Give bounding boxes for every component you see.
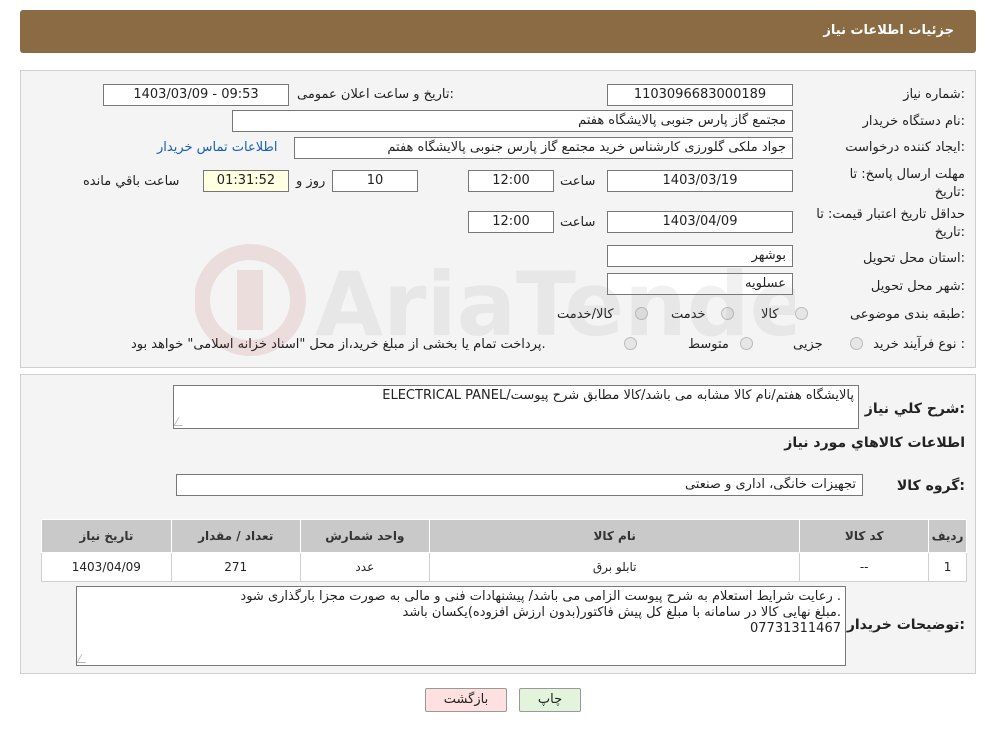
resize-grip-icon[interactable] bbox=[76, 654, 91, 663]
remaining-time-field: 01:31:52 bbox=[203, 170, 289, 192]
validity-date-field: 1403/04/09 bbox=[607, 211, 793, 233]
buyer-notes-textarea[interactable]: رعایت شرایط استعلام به شرح پیوست الزامی … bbox=[76, 586, 846, 666]
deadline-label: مهلت ارسال پاسخ: تا تاریخ: bbox=[849, 167, 965, 200]
buyer-org-field: مجتمع گاز پارس جنوبی پالایشگاه هفتم bbox=[232, 110, 793, 132]
buyer-notes-line: مبلغ نهایی کالا در سامانه با مبلغ کل پیش… bbox=[402, 605, 842, 620]
buyer-org-label: نام دستگاه خریدار: bbox=[862, 114, 965, 129]
process-option-minor: جزیی bbox=[793, 337, 823, 352]
items-heading: اطلاعات کالاهاي مورد نياز bbox=[784, 435, 965, 451]
validity-time-field: 12:00 bbox=[468, 211, 554, 233]
announce-label: تاریخ و ساعت اعلان عمومی: bbox=[297, 87, 454, 102]
buyer-notes-line: رعایت شرایط استعلام به شرح پیوست الزامی … bbox=[240, 589, 841, 604]
col-need-date: تاریخ نیاز bbox=[41, 519, 172, 553]
deadline-time-field: 12:00 bbox=[468, 170, 554, 192]
page-header: جزئیات اطلاعات نیاز bbox=[20, 10, 976, 53]
creator-label: ایجاد کننده درخواست: bbox=[845, 140, 965, 155]
description-textarea[interactable]: ELECTRICAL PANEL/پالایشگاه هفتم/نام کالا… bbox=[173, 385, 859, 429]
deadline-time-label: ساعت bbox=[560, 174, 596, 189]
remaining-label: ساعت باقي مانده bbox=[83, 174, 180, 189]
cell-quantity: 271 bbox=[170, 552, 301, 582]
category-label: طبقه بندی موضوعی: bbox=[849, 307, 965, 322]
svg-text:AriaTender.neT: AriaTender.neT bbox=[315, 253, 795, 356]
description-label: شرح کلي نياز: bbox=[864, 401, 965, 417]
page-title: جزئیات اطلاعات نیاز bbox=[823, 23, 954, 38]
resize-grip-icon[interactable] bbox=[173, 417, 188, 426]
ariatender-watermark-logo: AriaTender.neT bbox=[195, 244, 795, 356]
province-label: استان محل تحویل: bbox=[863, 251, 965, 266]
process-radio-minor[interactable] bbox=[850, 337, 863, 350]
goods-group-label: گروه کالا: bbox=[896, 478, 965, 494]
description-text: ELECTRICAL PANEL/پالایشگاه هفتم/نام کالا… bbox=[382, 388, 854, 403]
goods-group-field: تجهیزات خانگی، اداری و صنعتی bbox=[176, 474, 863, 496]
creator-field: جواد ملکی گلورزی کارشناس خرید مجتمع گاز … bbox=[294, 137, 793, 159]
need-number-label: شماره نیاز: bbox=[903, 87, 965, 102]
process-label: نوع فرآیند خرید : bbox=[873, 337, 965, 352]
deadline-date-field: 1403/03/19 bbox=[607, 170, 793, 192]
days-label: روز و bbox=[296, 174, 326, 189]
validity-label: حداقل تاریخ اعتبار قیمت: تا تاریخ: bbox=[816, 207, 965, 240]
buyer-notes-line: 07731311467 bbox=[750, 621, 841, 636]
col-item-code: کد کالا bbox=[799, 519, 930, 553]
city-label: شهر محل تحویل: bbox=[870, 279, 965, 294]
validity-time-label: ساعت bbox=[560, 215, 596, 230]
need-details-panel: شرح کلي نياز: ELECTRICAL PANEL/پالایشگاه… bbox=[20, 374, 976, 674]
cell-row-number: 1 bbox=[928, 552, 967, 582]
col-quantity: تعداد / مقدار bbox=[170, 519, 301, 553]
cell-item-name: تابلو برق bbox=[428, 552, 801, 582]
col-row-number: رديف bbox=[928, 519, 967, 553]
items-table: تاریخ نیاز تعداد / مقدار واحد شمارش نام … bbox=[41, 519, 967, 582]
print-button[interactable]: چاپ bbox=[519, 688, 581, 712]
announce-datetime-field: 1403/03/09 - 09:53 bbox=[103, 84, 289, 106]
category-radio-goods[interactable] bbox=[795, 307, 808, 320]
col-unit: واحد شمارش bbox=[299, 519, 430, 553]
days-field: 10 bbox=[332, 170, 418, 192]
col-item-name: نام کالا bbox=[428, 519, 801, 553]
buyer-contact-link[interactable]: اطلاعات تماس خریدار bbox=[157, 140, 277, 155]
back-button[interactable]: بازگشت bbox=[425, 688, 507, 712]
table-header-row: تاریخ نیاز تعداد / مقدار واحد شمارش نام … bbox=[41, 519, 967, 553]
buyer-notes-label: توضیحات خریدار: bbox=[846, 617, 965, 633]
table-row: 1403/04/09 271 عدد تابلو برق -- 1 bbox=[41, 552, 967, 582]
cell-unit: عدد bbox=[299, 552, 430, 582]
cell-item-code: -- bbox=[799, 552, 930, 582]
cell-need-date: 1403/04/09 bbox=[41, 552, 172, 582]
need-number-field: 1103096683000189 bbox=[607, 84, 793, 106]
